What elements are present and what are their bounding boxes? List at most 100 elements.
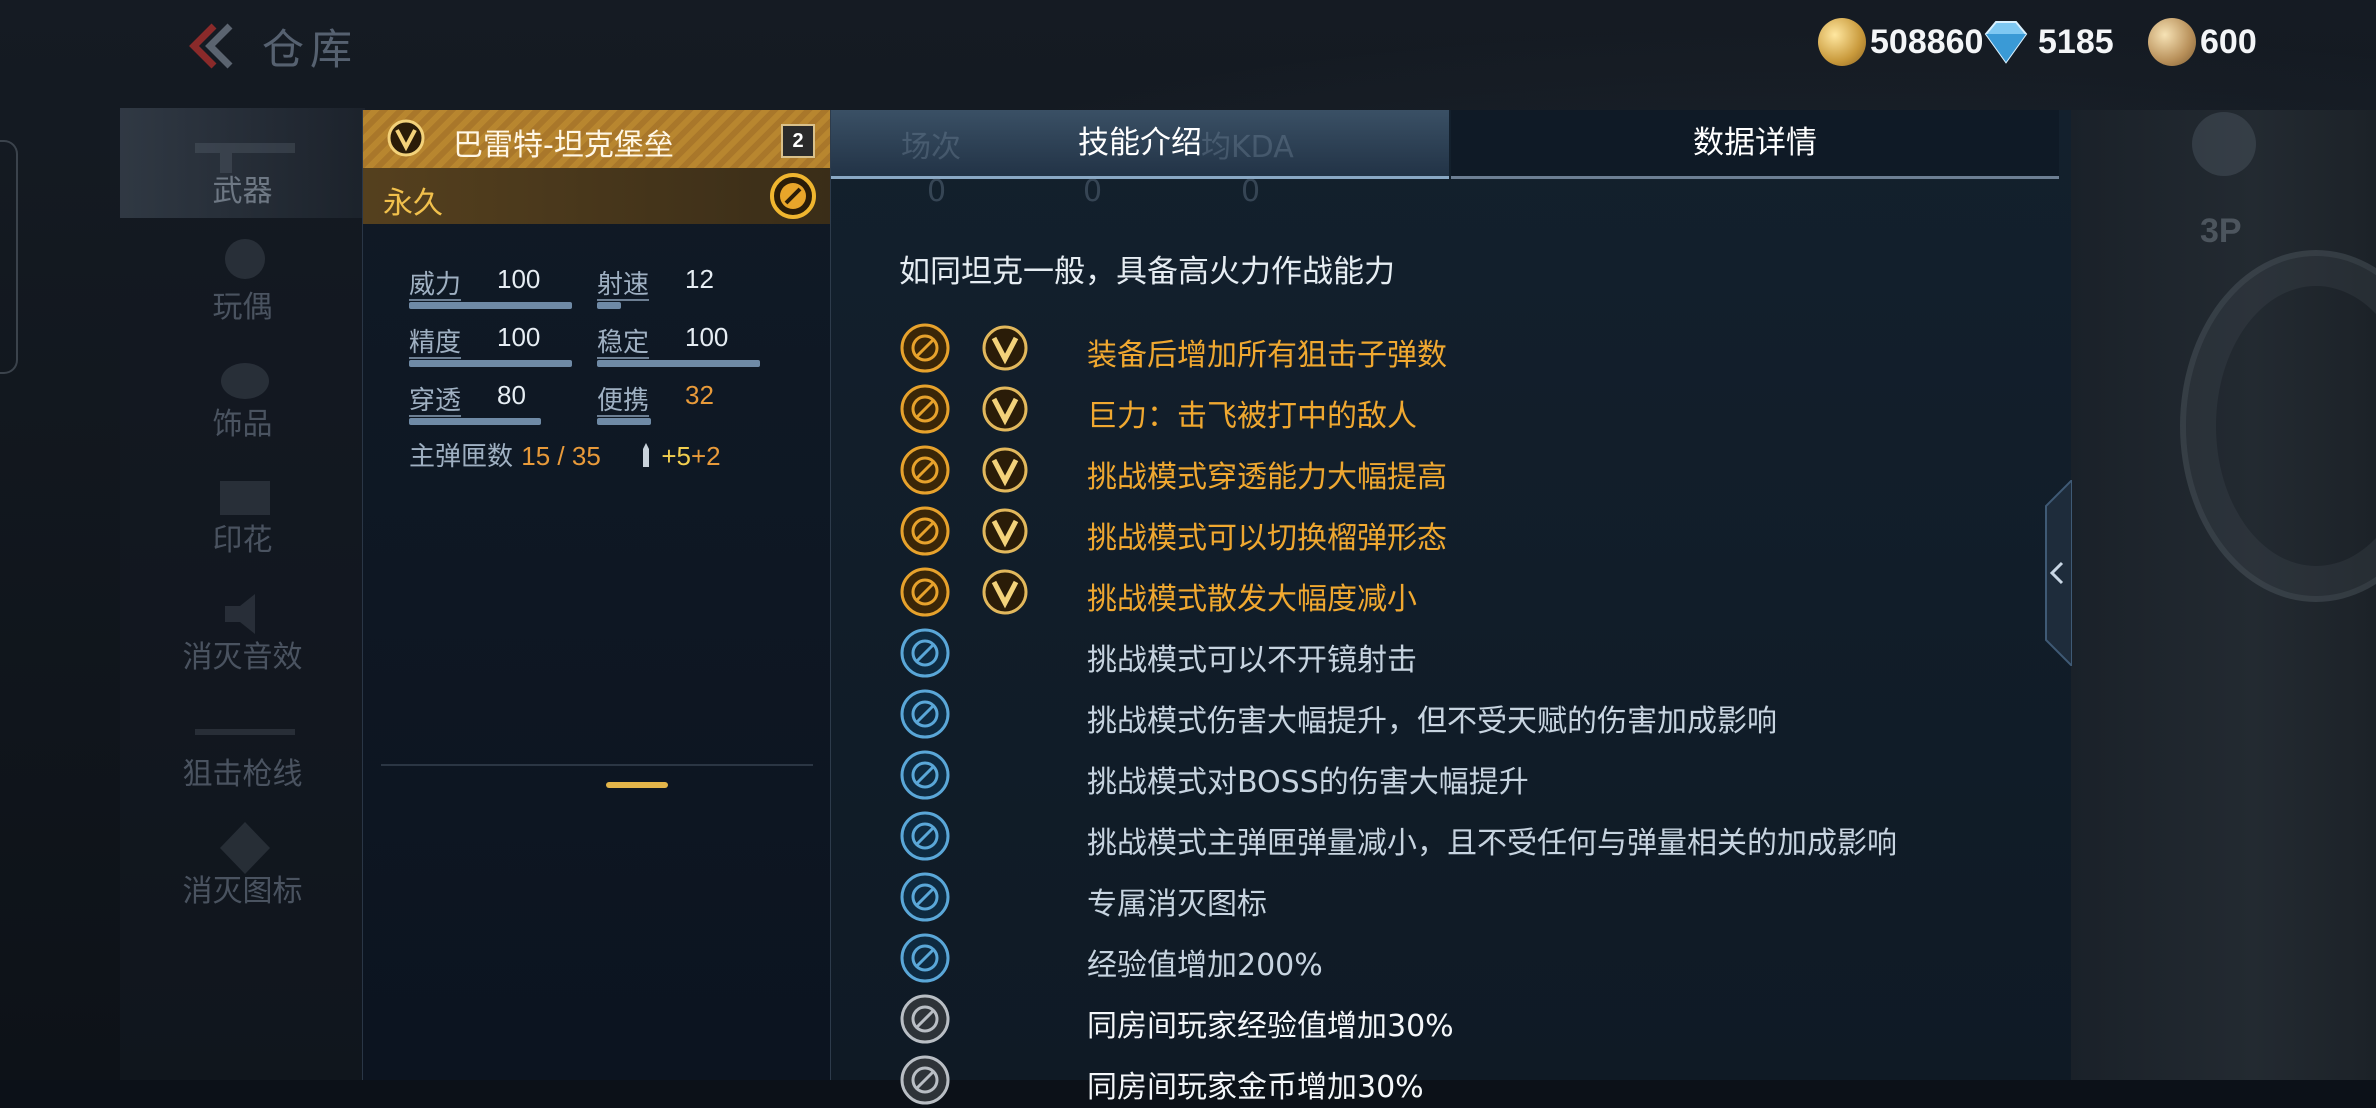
diamond-value: 5185: [2038, 22, 2114, 61]
ammo-label: 主弹匣数: [409, 442, 514, 472]
nav-item-kill-icon[interactable]: 消灭图标: [120, 808, 365, 918]
skill-text: 同房间玩家金币增加30%: [1087, 1070, 1424, 1105]
ammo-bonus-2: +2: [690, 441, 721, 471]
noscope-icon: [900, 628, 950, 678]
nav-label: 印花: [212, 523, 273, 558]
stat-fire-rate: 射速 12: [597, 264, 714, 309]
skill-row: 挑战模式对BOSS的伤害大幅提升: [899, 747, 2049, 803]
nav-item-sniper-line[interactable]: 狙击枪线: [120, 691, 365, 801]
diamond-currency[interactable]: 5185: [1978, 14, 2114, 70]
nav-item-kill-sound[interactable]: 消灭音效: [120, 574, 365, 684]
skill-text: 挑战模式散发大幅度减小: [1087, 582, 1417, 617]
vip-v-icon: [982, 508, 1028, 554]
skill-text: 挑战模式可以不开镜射击: [1087, 643, 1417, 678]
page-title: 仓库: [262, 25, 359, 74]
gold-currency[interactable]: 508860: [1818, 14, 1983, 70]
nav-label: 狙击枪线: [182, 757, 303, 792]
skill-text: 同房间玩家经验值增加30%: [1087, 1009, 1454, 1044]
stat-value: 32: [685, 380, 714, 410]
weapon-header: 巴雷特-坦克堡垒 2: [363, 110, 831, 168]
stat-label: 便携: [597, 386, 650, 416]
ghost-header: 均KDA: [1201, 130, 1294, 165]
diamond-icon: [1984, 21, 2028, 64]
force-icon: [900, 384, 950, 434]
nav-item-weapon[interactable]: 武器: [120, 108, 365, 218]
stat-value: 100: [497, 264, 541, 294]
back-arrow-icon[interactable]: [176, 22, 236, 70]
vip-v-icon: [982, 447, 1028, 493]
bullet-icon: [900, 323, 950, 373]
skill-row: 挑战模式伤害大幅提升，但不受天赋的伤害加成影响: [899, 686, 2049, 742]
collapse-arrow-icon[interactable]: [2040, 480, 2072, 666]
edge-handle[interactable]: [0, 140, 18, 374]
skill-text: 挑战模式穿透能力大幅提高: [1087, 460, 1447, 495]
nav-item-doll[interactable]: 玩偶: [120, 224, 365, 334]
gold-coin-icon: [1818, 18, 1866, 66]
exp-icon: [900, 933, 950, 983]
stat-value: 80: [497, 380, 526, 410]
penetrate-icon: [900, 445, 950, 495]
weapon-panel: 巴雷特-坦克堡垒 2 永久 威力 100 射速 12 精度 100 稳定 100…: [362, 110, 831, 1080]
skill-row: 同房间玩家经验值增加30%: [899, 991, 2049, 1047]
settings-round-button[interactable]: [2192, 112, 2256, 176]
stat-bar: [597, 418, 651, 425]
nav-label: 消灭音效: [182, 640, 303, 675]
stat-value: 12: [685, 264, 714, 294]
kill-icon: [900, 872, 950, 922]
vip-badge-icon: [387, 119, 425, 157]
skill-row: 挑战模式穿透能力大幅提高: [899, 442, 2049, 498]
stat-value: 100: [497, 322, 541, 352]
medal-value: 600: [2200, 22, 2257, 61]
skill-text: 挑战模式对BOSS的伤害大幅提升: [1087, 765, 1529, 800]
vip-v-icon: [982, 325, 1028, 371]
skill-text: 经验值增加200%: [1087, 948, 1323, 983]
nav-item-accessory[interactable]: 饰品: [120, 341, 365, 451]
tab-data-details[interactable]: 数据详情: [1451, 110, 2059, 179]
nav-label: 武器: [212, 174, 273, 209]
tab-skill-label: 技能介绍: [1078, 125, 1202, 161]
skill-text: 挑战模式主弹匣弹量减小，且不受任何与弹量相关的加成影响: [1087, 826, 1897, 861]
medal-currency[interactable]: 600: [2148, 14, 2257, 70]
crosshair-icon: [900, 811, 950, 861]
stat-label: 稳定: [597, 328, 650, 358]
skill-row: 装备后增加所有狙击子弹数: [899, 320, 2049, 376]
stat-power: 威力 100: [409, 264, 572, 309]
skill-row: 同房间玩家金币增加30%: [899, 1052, 2049, 1108]
stat-label: 穿透: [409, 386, 462, 416]
nav-item-sticker[interactable]: 印花: [120, 457, 365, 567]
ghost-value: 0: [1083, 174, 1103, 209]
ghost-value: 0: [927, 174, 947, 209]
stat-value: 100: [685, 322, 729, 352]
skill-text: 装备后增加所有狙击子弹数: [1087, 338, 1447, 373]
vip-v-icon: [982, 386, 1028, 432]
boss-damage-icon: [900, 750, 950, 800]
tab-data-label: 数据详情: [1693, 125, 1817, 161]
skill-text: 专属消灭图标: [1087, 887, 1267, 922]
grenade-icon: [900, 506, 950, 556]
stat-portability: 便携 32: [597, 380, 714, 425]
ammo-row: 主弹匣数 15 / 35 +5+2: [409, 436, 721, 473]
skill-row: 经验值增加200%: [899, 930, 2049, 986]
stat-label: 射速: [597, 270, 650, 300]
skill-text: 巨力：击飞被打中的敌人: [1087, 399, 1417, 434]
room-exp-icon: [900, 994, 950, 1044]
ghost-header: 场次: [901, 130, 961, 165]
camera-toggle[interactable]: 3P: [2200, 212, 2242, 251]
nav-label: 玩偶: [212, 290, 273, 325]
nav-label: 饰品: [212, 407, 273, 442]
room-coin-icon: [900, 1055, 950, 1105]
page-indicator: [606, 782, 668, 788]
stat-bar: [409, 302, 572, 309]
nav-label: 消灭图标: [182, 874, 303, 909]
skill-row: 挑战模式散发大幅度减小: [899, 564, 2049, 620]
ammo-bonus-1: +5: [661, 441, 691, 471]
stat-label: 精度: [409, 328, 462, 358]
weapon-name: 巴雷特-坦克堡垒: [453, 128, 674, 163]
medal-icon[interactable]: [769, 172, 817, 220]
skill-row: 挑战模式可以不开镜射击: [899, 625, 2049, 681]
stat-bar: [409, 418, 541, 425]
stat-bar: [597, 360, 760, 367]
damage-up-icon: [900, 689, 950, 739]
ammo-value: 15 / 35: [521, 441, 601, 471]
vip-v-icon: [982, 569, 1028, 615]
